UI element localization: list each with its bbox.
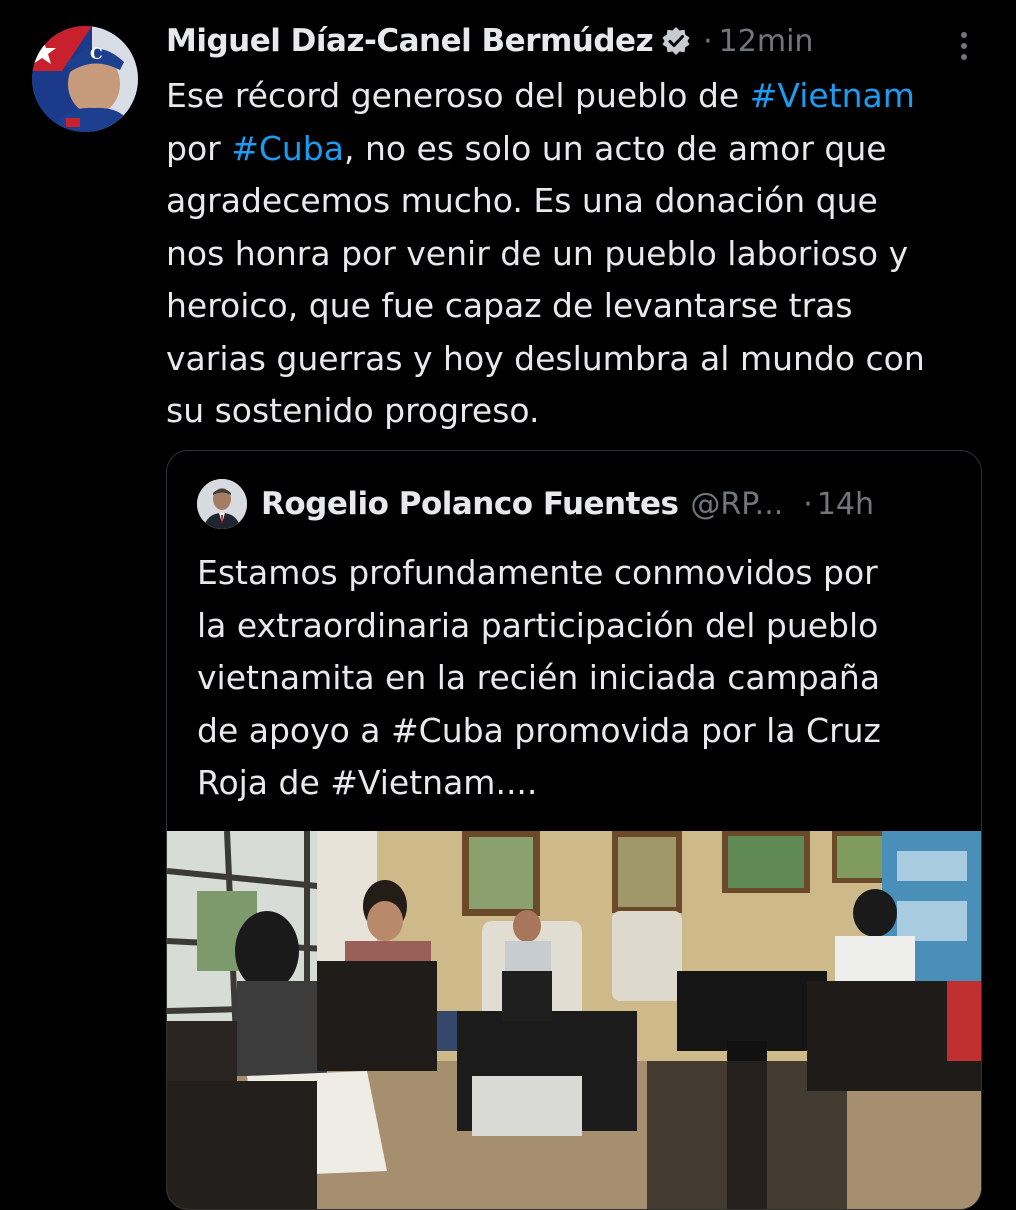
tweet-text-line: por #Cuba, no es solo un acto de amor qu… (166, 123, 996, 176)
tweet-text-segment: heroico, que fue capaz de levantarse tra… (166, 286, 853, 325)
tweet-text-segment: varias guerras y hoy deslumbra al mundo … (166, 338, 925, 378)
hashtag-link[interactable]: #Cuba (231, 129, 344, 168)
quoted-text: Estamos profundamente conmovidos por la … (197, 547, 967, 810)
quoted-media-photo[interactable] (167, 830, 981, 1209)
tweet-text-segment: por (166, 128, 232, 168)
tweet-text-line: agradecemos mucho. Es una donación que (166, 175, 996, 228)
quoted-text-line: de apoyo a #Cuba promovida por la Cruz (197, 710, 881, 750)
tweet-header: Miguel Díaz-Canel Bermúdez · 12min (166, 18, 813, 64)
tweet-text-line: Ese récord generoso del pueblo de #Vietn… (166, 70, 996, 123)
tweet-text: Ese récord generoso del pueblo de #Vietn… (166, 70, 996, 438)
tweet[interactable]: C Miguel Díaz-Canel Bermúdez · 12min Ese… (0, 0, 1016, 1210)
quoted-author-handle[interactable]: @RP... (690, 487, 783, 522)
tweet-text-line: su sostenido progreso. (166, 385, 996, 438)
tweet-text-line: heroico, que fue capaz de levantarse tra… (166, 280, 996, 333)
tweet-text-segment: , no es solo un acto de amor que (343, 128, 887, 168)
svg-text:C: C (90, 44, 103, 63)
quoted-tweet[interactable]: Rogelio Polanco Fuentes @RP... · 14h Est… (166, 450, 982, 1210)
tweet-timestamp[interactable]: 12min (719, 24, 814, 59)
quoted-text-line: Estamos profundamente conmovidos por (197, 553, 878, 592)
quoted-text-line: Roja de #Vietnam.... (197, 763, 538, 802)
tweet-text-line: varias guerras y hoy deslumbra al mundo … (166, 333, 996, 386)
tweet-text-segment: nos honra por venir de un pueblo laborio… (166, 233, 909, 273)
hashtag-link[interactable]: #Vietnam (750, 76, 915, 115)
quoted-timestamp[interactable]: 14h (817, 487, 874, 522)
quoted-header: Rogelio Polanco Fuentes @RP... · 14h (261, 481, 874, 527)
quoted-header-separator: · (803, 486, 813, 522)
tweet-text-line: nos honra por venir de un pueblo laborio… (166, 228, 996, 281)
quoted-text-line: la extraordinaria participación del pueb… (197, 605, 879, 645)
tweet-text-segment: agradecemos mucho. Es una donación que (166, 181, 878, 220)
author-name[interactable]: Miguel Díaz-Canel Bermúdez (166, 23, 654, 59)
header-separator: · (703, 23, 713, 59)
more-options-icon[interactable] (950, 26, 978, 66)
tweet-text-segment: su sostenido progreso. (166, 391, 540, 430)
author-avatar[interactable]: C (32, 26, 138, 132)
quoted-text-line: vietnamita en la recién iniciada campaña (197, 658, 881, 697)
quoted-author-avatar[interactable] (197, 479, 247, 529)
quoted-author-name[interactable]: Rogelio Polanco Fuentes (261, 486, 679, 522)
tweet-text-segment: Ese récord generoso del pueblo de (166, 76, 750, 115)
verified-badge-icon (661, 26, 691, 56)
